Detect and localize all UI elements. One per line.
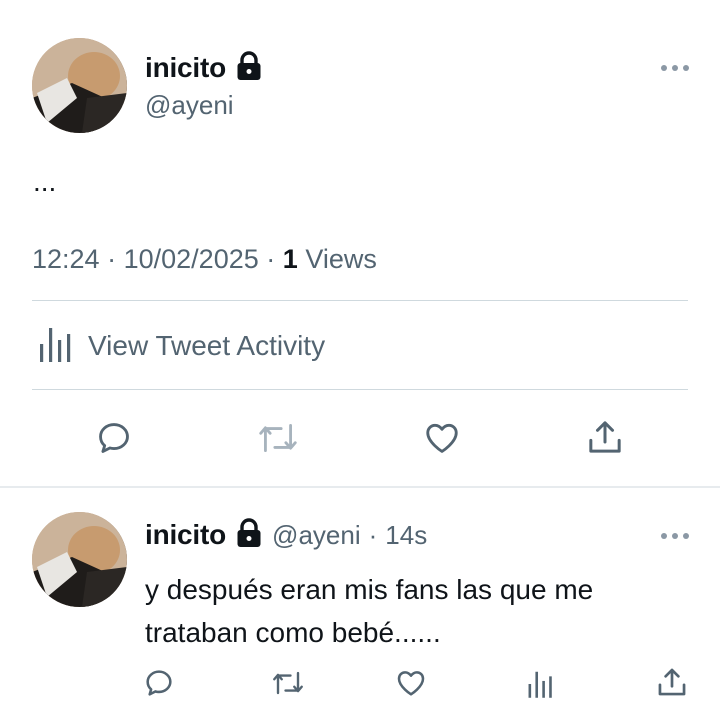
retweet-icon[interactable] [270, 668, 306, 698]
reply-text-line: y después eran mis fans las que me [145, 574, 594, 605]
meta-separator: · [107, 244, 117, 274]
lock-icon [236, 517, 262, 553]
heart-icon[interactable] [423, 419, 461, 457]
avatar-image [32, 38, 127, 133]
more-icon[interactable] [660, 62, 690, 74]
reply-time[interactable]: 14s [385, 520, 427, 551]
divider [32, 389, 688, 390]
display-name[interactable]: inicito [145, 52, 226, 84]
reply-text: y después eran mis fans las que me trata… [145, 568, 593, 654]
tweet-meta: 12:24 · 10/02/2025 · 1 Views [32, 244, 377, 275]
share-icon[interactable] [585, 417, 625, 457]
divider [32, 300, 688, 301]
meta-separator: · [266, 244, 276, 274]
handle[interactable]: @ayeni [145, 90, 234, 121]
views-label: Views [305, 244, 377, 274]
avatar[interactable] [32, 38, 127, 133]
section-divider [0, 486, 720, 488]
analytics-icon[interactable] [527, 670, 553, 698]
share-icon[interactable] [655, 665, 689, 699]
retweet-icon[interactable] [256, 419, 300, 457]
reply-icon[interactable] [143, 667, 175, 699]
avatar-image [32, 512, 127, 607]
reply-display-name[interactable]: inicito [145, 519, 226, 551]
heart-icon[interactable] [395, 667, 427, 699]
reply-avatar[interactable] [32, 512, 127, 607]
analytics-icon [38, 326, 72, 367]
author-name-row: inicito [145, 50, 262, 86]
more-icon[interactable] [660, 530, 690, 542]
reply-icon[interactable] [95, 419, 133, 457]
view-count: 1 [282, 244, 298, 274]
reply-separator: · [368, 519, 378, 550]
lock-icon [236, 50, 262, 86]
tweet-date[interactable]: 10/02/2025 [124, 244, 259, 274]
view-tweet-activity-label: View Tweet Activity [88, 330, 326, 361]
tweet-text: ... [33, 166, 57, 197]
reply-handle[interactable]: @ayeni [272, 520, 361, 551]
reply-text-line: trataban como bebé...... [145, 617, 441, 648]
view-tweet-activity-button[interactable]: View Tweet Activity [38, 326, 325, 366]
reply-header: inicito @ayeni · 14s [145, 517, 427, 553]
tweet-time[interactable]: 12:24 [32, 244, 100, 274]
